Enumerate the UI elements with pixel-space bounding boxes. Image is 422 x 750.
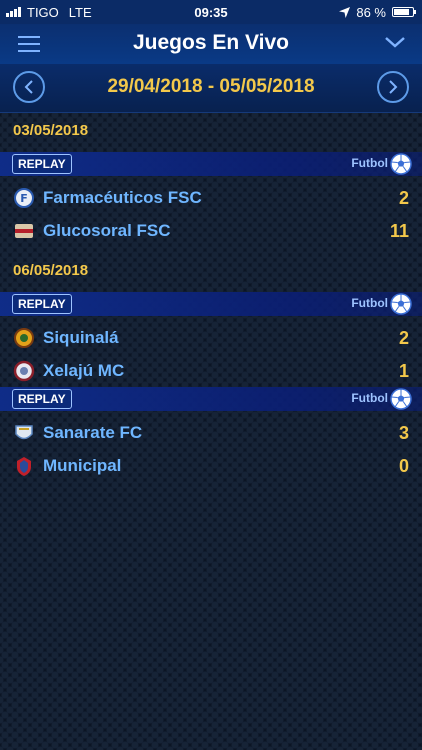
status-bar: TIGO LTE 09:35 86 %	[0, 0, 422, 24]
team-crest-icon	[17, 457, 31, 476]
team-name: Xelajú MC	[43, 361, 125, 380]
team-name: Glucosoral FSC	[43, 221, 171, 240]
team-score: 2	[398, 328, 409, 348]
team-name: Municipal	[43, 456, 122, 475]
date-range-bar: 29/04/2018 - 05/05/2018	[0, 64, 422, 113]
games-list: 03/05/2018 REPLAY Futbol F Farmacéuticos…	[0, 112, 422, 482]
page-title: Juegos En Vivo	[133, 31, 289, 54]
sport-label: Futbol	[351, 391, 388, 405]
team-score: 11	[389, 221, 409, 241]
sport-label: Futbol	[351, 156, 388, 170]
replay-button[interactable]: REPLAY	[12, 294, 72, 314]
status-right: 86 %	[339, 4, 416, 20]
team-name: Siquinalá	[43, 328, 119, 347]
location-arrow-icon	[339, 6, 351, 18]
sport-label: Futbol	[351, 296, 388, 310]
battery-percent: 86 %	[356, 4, 386, 20]
team-row[interactable]: Glucosoral FSC 11	[0, 214, 422, 247]
team-score: 0	[398, 456, 409, 476]
chevron-right-icon	[389, 80, 398, 94]
team-row[interactable]: F Farmacéuticos FSC 2	[0, 181, 422, 214]
date-range-label: 29/04/2018 - 05/05/2018	[107, 76, 315, 97]
soccer-ball-icon	[390, 388, 412, 410]
game-header[interactable]: REPLAY Futbol	[0, 387, 422, 411]
game-header[interactable]: REPLAY Futbol	[0, 152, 422, 176]
day-header: 06/05/2018	[13, 262, 89, 279]
team-crest-icon	[15, 224, 33, 238]
soccer-ball-icon	[390, 153, 412, 175]
team-name: Sanarate FC	[43, 423, 143, 442]
team-score: 2	[398, 188, 409, 208]
svg-text:F: F	[20, 192, 28, 205]
team-row[interactable]: Municipal 0	[0, 449, 422, 482]
battery-icon	[392, 7, 416, 17]
chevron-down-icon[interactable]	[384, 34, 406, 50]
next-week-button[interactable]	[377, 71, 409, 103]
replay-button[interactable]: REPLAY	[12, 154, 72, 174]
nav-bar: Juegos En Vivo	[0, 24, 422, 64]
team-crest-icon	[15, 425, 33, 440]
team-row[interactable]: Xelajú MC 1	[0, 354, 422, 387]
team-crest-icon	[13, 360, 35, 382]
soccer-ball-icon	[390, 293, 412, 315]
team-score: 1	[398, 361, 409, 381]
day-header: 03/05/2018	[13, 122, 89, 139]
team-score: 3	[398, 423, 409, 443]
team-name: Farmacéuticos FSC	[43, 188, 202, 207]
team-row[interactable]: Siquinalá 2	[0, 321, 422, 354]
team-crest-icon: F	[14, 188, 34, 208]
game-header[interactable]: REPLAY Futbol	[0, 292, 422, 316]
team-crest-icon	[14, 328, 34, 348]
team-row[interactable]: Sanarate FC 3	[0, 416, 422, 449]
replay-button[interactable]: REPLAY	[12, 389, 72, 409]
